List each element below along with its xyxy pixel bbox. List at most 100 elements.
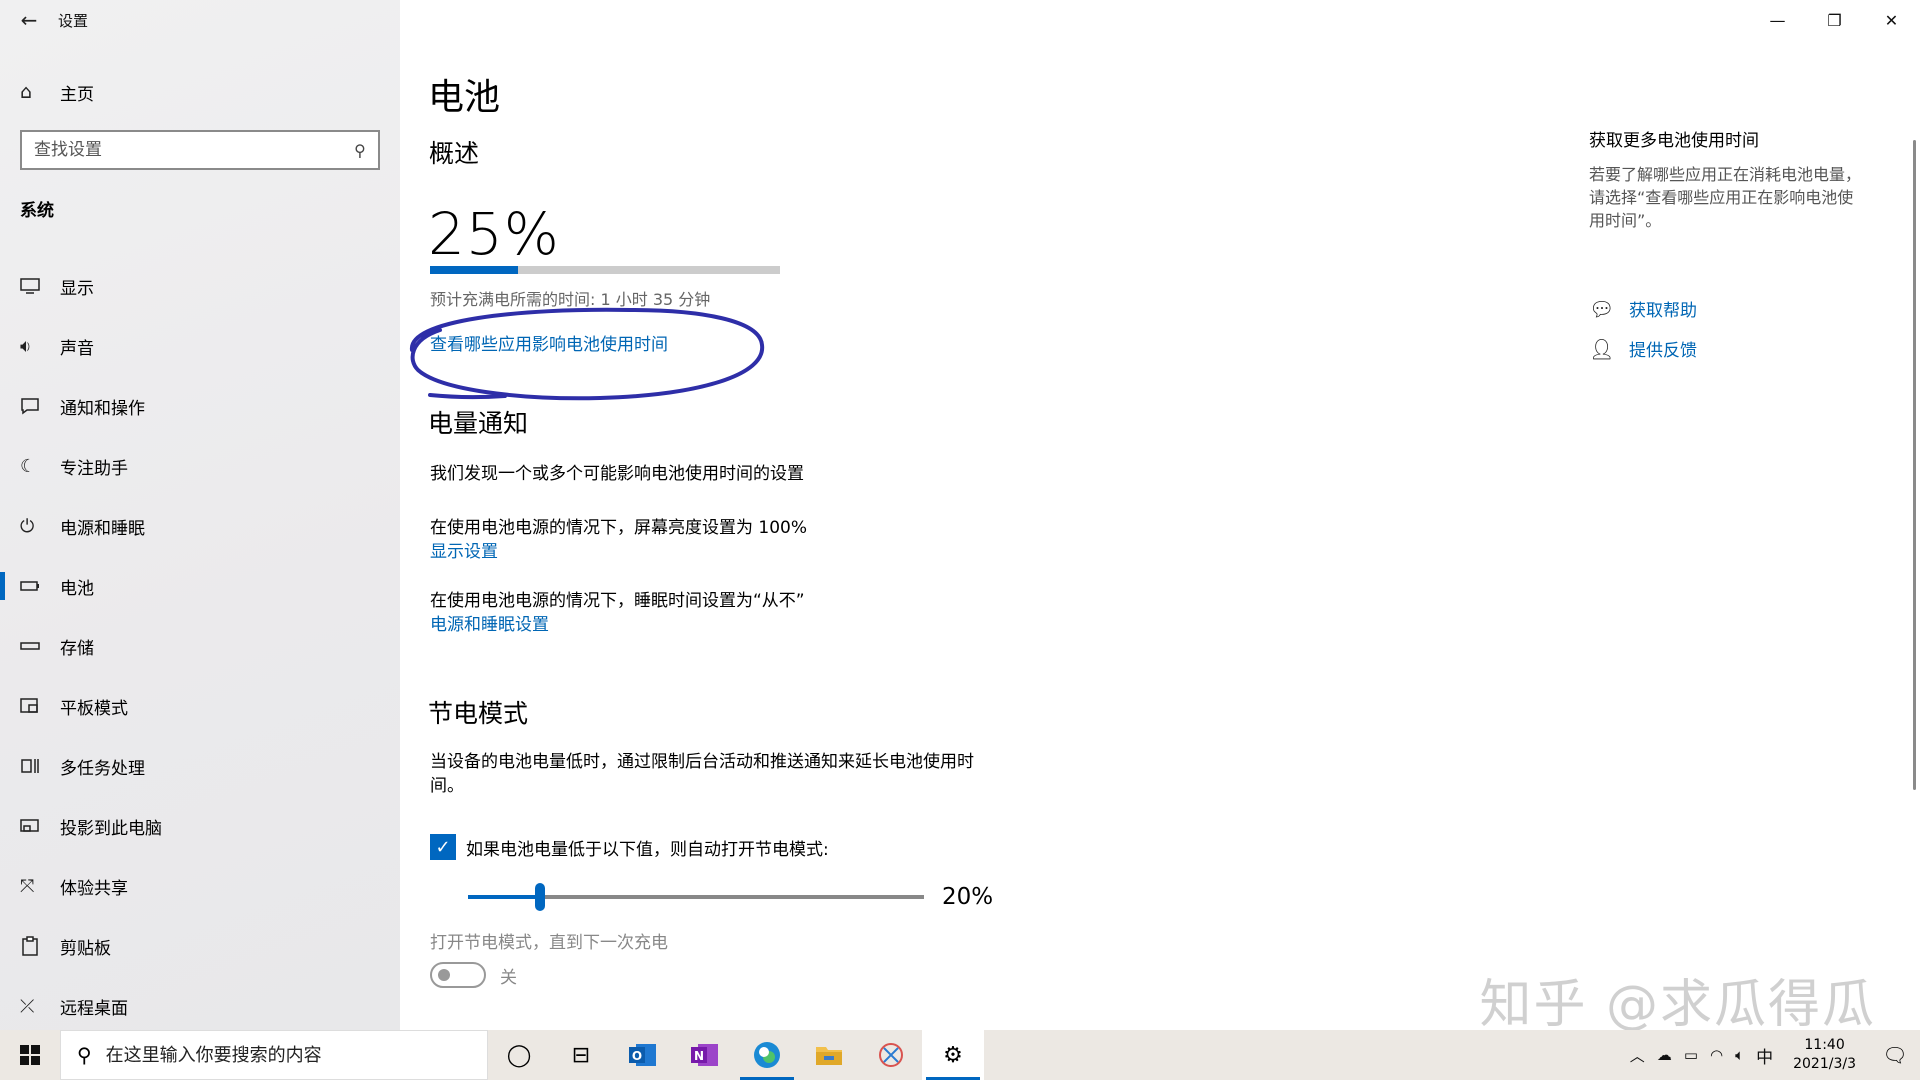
window-controls: — ❐ ✕ — [1749, 0, 1920, 40]
scissors-icon — [879, 1043, 903, 1067]
cloud-icon[interactable]: ☁ — [1651, 1046, 1678, 1064]
charge-time-estimate: 预计充满电所需的时间: 1 小时 35 分钟 — [430, 290, 711, 309]
edge-app[interactable] — [736, 1030, 798, 1080]
onenote-app[interactable]: N — [674, 1030, 736, 1080]
search-icon[interactable]: ⚲ — [354, 141, 366, 160]
feedback-row[interactable]: 👤︎ 提供反馈 — [1589, 336, 1697, 362]
sidebar-item-label: 体验共享 — [60, 878, 128, 899]
settings-search-input[interactable] — [34, 140, 355, 160]
sidebar-item-label: 电源和睡眠 — [60, 518, 145, 539]
saver-toggle[interactable] — [430, 962, 486, 988]
saver-toggle-row[interactable]: 关 — [430, 962, 517, 988]
saver-threshold-slider[interactable] — [468, 882, 924, 912]
folder-icon — [816, 1047, 842, 1065]
project-icon — [20, 817, 60, 835]
multitask-icon — [20, 757, 60, 775]
battery-progress-bar — [430, 266, 780, 274]
sidebar-item-display[interactable]: 显示 — [0, 256, 400, 316]
sidebar-item-tablet-mode[interactable]: 平板模式 — [0, 676, 400, 736]
page-scrollbar[interactable] — [1913, 140, 1916, 790]
close-button[interactable]: ✕ — [1863, 0, 1920, 40]
section-label-system: 系统 — [20, 201, 54, 221]
sidebar-item-power-sleep[interactable]: ⏻ 电源和睡眠 — [0, 496, 400, 556]
system-tray: ︿ ☁ ▭ ◠ 🔈︎ 中 11:40 2021/3/3 🗨︎ — [1624, 1030, 1920, 1080]
clipboard-icon — [20, 936, 60, 956]
title-bar: ← 设置 — [0, 0, 400, 40]
search-icon: ⚲ — [77, 1043, 92, 1067]
settings-app[interactable]: ⚙ — [922, 1030, 984, 1080]
taskbar-search-box[interactable]: ⚲ — [60, 1030, 488, 1080]
sidebar-item-storage[interactable]: 存储 — [0, 616, 400, 676]
sidebar-item-sound[interactable]: 🔉︎ 声音 — [0, 316, 400, 376]
apps-battery-usage-link[interactable]: 查看哪些应用影响电池使用时间 — [430, 330, 668, 355]
wifi-icon[interactable]: ◠ — [1704, 1046, 1729, 1064]
action-center-button[interactable]: 🗨︎ — [1870, 1043, 1920, 1067]
display-settings-link[interactable]: 显示设置 — [430, 540, 498, 564]
volume-icon[interactable]: 🔈︎ — [1729, 1046, 1750, 1064]
get-help-row[interactable]: 💬︎ 获取帮助 — [1589, 296, 1697, 322]
share-icon: ⤧ — [20, 875, 35, 897]
slider-filled-track — [468, 895, 540, 899]
svg-text:O: O — [632, 1049, 642, 1063]
sidebar-item-focus-assist[interactable]: ☾ 专注助手 — [0, 436, 400, 496]
start-button[interactable] — [0, 1030, 60, 1080]
battery-saver-desc-line2: 间。 — [430, 776, 464, 796]
sidebar-item-shared-experiences[interactable]: ⤧ 体验共享 — [0, 856, 400, 916]
ime-indicator[interactable]: 中 — [1750, 1043, 1779, 1068]
feedback-link[interactable]: 提供反馈 — [1629, 336, 1697, 361]
battery-saver-desc-line1: 当设备的电池电量低时，通过限制后台活动和推送通知来延长电池使用时 — [430, 752, 974, 772]
battery-icon — [20, 580, 60, 592]
taskbar-search-input[interactable] — [105, 1044, 487, 1066]
power-sleep-settings-link[interactable]: 电源和睡眠设置 — [430, 613, 549, 637]
clock[interactable]: 11:40 2021/3/3 — [1779, 1036, 1870, 1074]
auto-saver-checkbox-row[interactable]: ✓ 如果电池电量低于以下值，则自动打开节电模式: — [430, 834, 829, 860]
remote-icon: ⤫ — [20, 995, 35, 1017]
notification-icon — [20, 397, 60, 415]
circle-icon: ◯ — [506, 1042, 532, 1068]
arrow-left-icon: ← — [20, 8, 38, 32]
sidebar-item-multitasking[interactable]: 多任务处理 — [0, 736, 400, 796]
storage-icon — [20, 641, 60, 651]
gear-icon: ⚙ — [943, 1042, 963, 1068]
moon-icon: ☾ — [20, 455, 37, 477]
sidebar-item-battery[interactable]: 电池 — [0, 556, 400, 616]
sidebar-item-project[interactable]: 投影到此电脑 — [0, 796, 400, 856]
restore-button[interactable]: ❐ — [1806, 0, 1863, 40]
minimize-button[interactable]: — — [1749, 0, 1806, 40]
battery-saver-heading: 节电模式 — [428, 699, 529, 728]
auto-saver-checkbox[interactable]: ✓ — [430, 834, 456, 860]
sidebar-item-clipboard[interactable]: 剪贴板 — [0, 916, 400, 976]
sidebar-item-remote-desktop[interactable]: ⤫ 远程桌面 — [0, 976, 400, 1036]
cortana-button[interactable]: ◯ — [488, 1030, 550, 1080]
side-panel-desc-line2: 请选择“查看哪些应用正在影响电池使 — [1589, 188, 1854, 207]
brightness-warning: 在使用电池电源的情况下，屏幕亮度设置为 100% — [430, 518, 808, 538]
side-panel-title: 获取更多电池使用时间 — [1589, 131, 1759, 151]
chevron-up-icon[interactable]: ︿ — [1624, 1045, 1651, 1066]
app-title: 设置 — [58, 11, 89, 30]
file-explorer-app[interactable] — [798, 1030, 860, 1080]
battery-tray-icon[interactable]: ▭ — [1678, 1046, 1704, 1064]
settings-search-box[interactable]: ⚲ — [20, 130, 380, 170]
sidebar-item-label: 电池 — [60, 578, 94, 599]
feedback-person-icon: 👤︎ — [1589, 336, 1615, 361]
outlook-app[interactable]: O — [612, 1030, 674, 1080]
sidebar-item-notifications[interactable]: 通知和操作 — [0, 376, 400, 436]
slider-thumb[interactable] — [535, 883, 545, 911]
battery-page: — ❐ ✕ 电池 概述 25% 预计充满电所需的时间: 1 小时 35 分钟 查… — [400, 0, 1920, 1030]
onenote-icon: N — [691, 1044, 718, 1066]
sidebar-item-label: 专注助手 — [60, 458, 128, 479]
sidebar-item-home[interactable]: ⌂ 主页 — [0, 72, 400, 112]
task-view-button[interactable]: ⊟ — [550, 1030, 612, 1080]
saver-until-next-charge-label: 打开节电模式，直到下一次充电 — [430, 933, 668, 953]
snipping-tool-app[interactable] — [860, 1030, 922, 1080]
back-button[interactable]: ← — [0, 0, 58, 40]
page-title: 电池 — [428, 77, 501, 118]
sidebar-item-label: 剪贴板 — [60, 938, 111, 959]
sidebar-item-label: 平板模式 — [60, 698, 128, 719]
get-help-link[interactable]: 获取帮助 — [1629, 296, 1697, 321]
clock-time: 11:40 — [1804, 1037, 1845, 1053]
taskbar: ⚲ ◯ ⊟ O N ⚙ ︿ ☁ ▭ ◠ 🔈︎ 中 11:40 2021/3/3 … — [0, 1030, 1920, 1080]
tablet-icon — [20, 697, 60, 715]
battery-percent: 25% — [428, 200, 560, 268]
saver-threshold-value: 20% — [942, 884, 994, 910]
